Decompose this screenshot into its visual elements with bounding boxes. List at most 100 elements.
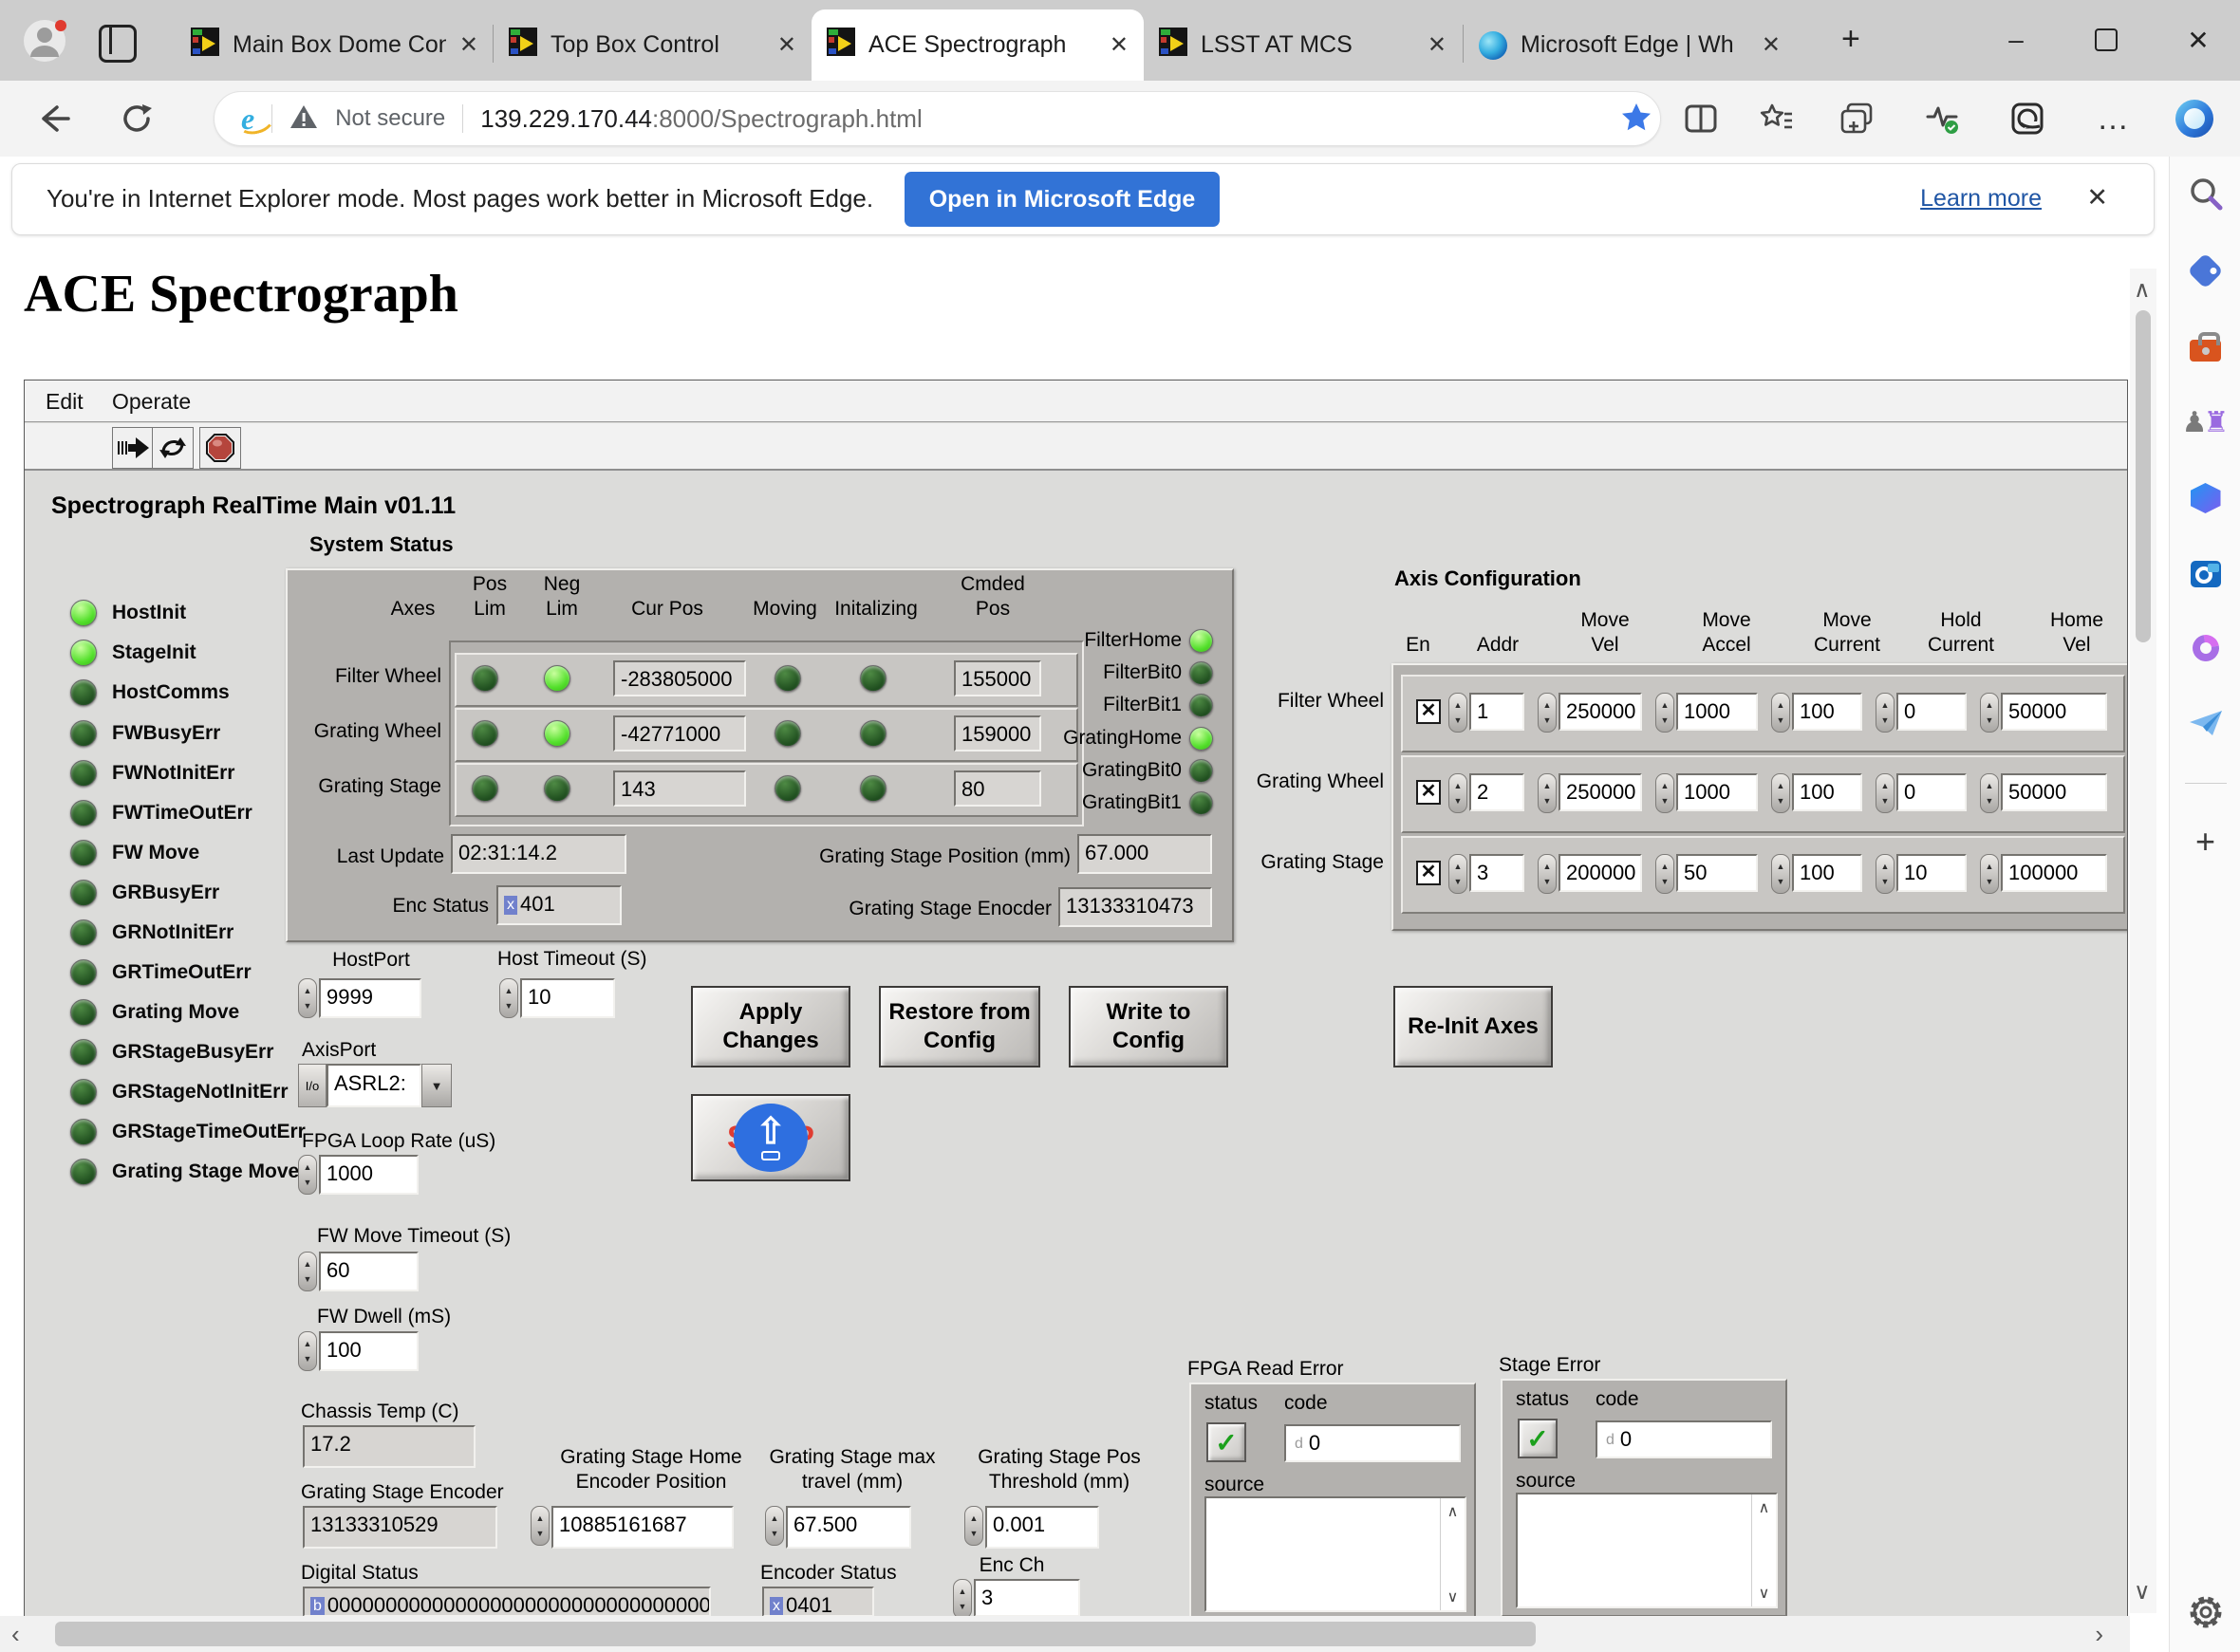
tab-microsoft-edge[interactable]: Microsoft Edge | Wh ✕ [1464,9,1796,81]
scroll-right-icon[interactable]: › [2095,1620,2103,1649]
gs-max-travel-spinner[interactable]: ▲▼ [765,1506,784,1546]
horizontal-scroll-thumb[interactable] [55,1622,1536,1646]
move-accel-spinner[interactable]: ▲▼ [1655,854,1674,894]
vertical-scroll-thumb[interactable] [2136,310,2151,642]
host-timeout-spinner[interactable]: ▲▼ [499,978,518,1018]
ie-mode-icon[interactable] [2003,94,2052,143]
hold-current-field[interactable]: 0 [1896,693,1967,731]
loop-icon[interactable] [2185,627,2227,669]
addr-spinner[interactable]: ▲▼ [1448,773,1467,813]
hold-current-field[interactable]: 0 [1896,773,1967,811]
tab-close-icon[interactable]: ✕ [1110,31,1129,59]
menu-edit[interactable]: Edit [46,389,84,415]
move-current-spinner[interactable]: ▲▼ [1771,693,1790,733]
addr-spinner[interactable]: ▲▼ [1448,854,1467,894]
new-tab-button[interactable]: + [1841,21,1860,58]
vertical-scrollbar[interactable]: ∧ ∨ [2130,269,2156,1613]
move-accel-spinner[interactable]: ▲▼ [1655,773,1674,813]
home-vel-field[interactable]: 50000 [2001,693,2107,731]
workspaces-icon[interactable] [99,25,137,63]
enc-ch-spinner[interactable]: ▲▼ [953,1579,972,1618]
scroll-left-icon[interactable]: ‹ [11,1620,20,1649]
horizontal-scrollbar[interactable]: ‹ › [0,1616,2130,1652]
fw-move-timeout-field[interactable]: 60 [319,1252,419,1291]
favorite-star-icon[interactable] [1620,101,1652,138]
fw-dwell-spinner[interactable]: ▲▼ [298,1331,317,1371]
tab-lsst-at-mcs[interactable]: LSST AT MCS ✕ [1144,9,1462,81]
gs-home-enc-pos-spinner[interactable]: ▲▼ [531,1506,550,1546]
minimize-button[interactable]: – [1993,17,2039,63]
fw-dwell-field[interactable]: 100 [319,1331,419,1371]
shopping-icon[interactable] [2185,250,2227,291]
tab-ace-spectrograph[interactable]: ACE Spectrograph ✕ [812,9,1144,81]
host-timeout-field[interactable]: 10 [520,978,615,1018]
move-vel-spinner[interactable]: ▲▼ [1538,693,1557,733]
enable-checkbox[interactable]: ✕ [1416,780,1441,805]
abort-button[interactable] [199,427,241,469]
addr-field[interactable]: 2 [1469,773,1524,811]
move-accel-field[interactable]: 1000 [1676,693,1758,731]
tab-main-box-dome[interactable]: Main Box Dome Con ✕ [176,9,494,81]
addr-spinner[interactable]: ▲▼ [1448,693,1467,733]
move-accel-field[interactable]: 50 [1676,854,1758,892]
collections-icon[interactable] [1832,94,1881,143]
enable-checkbox[interactable]: ✕ [1416,861,1441,885]
favorites-icon[interactable] [1752,94,1801,143]
share-plane-icon[interactable] [2185,702,2227,744]
move-vel-field[interactable]: 200000 [1559,854,1642,892]
search-icon[interactable] [2185,174,2227,215]
error-source-box[interactable]: ∧∨ [1516,1493,1778,1608]
maximize-button[interactable] [2083,17,2129,63]
tab-close-icon[interactable]: ✕ [777,31,796,59]
run-button[interactable] [112,427,154,469]
move-accel-field[interactable]: 1000 [1676,773,1758,811]
write-to-config-button[interactable]: Write to Config [1069,986,1228,1067]
restore-from-config-button[interactable]: Restore from Config [879,986,1040,1067]
outlook-icon[interactable] [2185,553,2227,595]
home-vel-field[interactable]: 50000 [2001,773,2107,811]
home-vel-spinner[interactable]: ▲▼ [1980,693,1999,733]
tab-top-box-control[interactable]: Top Box Control ✕ [494,9,812,81]
move-vel-field[interactable]: 250000 [1559,773,1642,811]
tab-close-icon[interactable]: ✕ [1762,31,1781,59]
refresh-icon[interactable] [112,94,161,143]
hold-current-spinner[interactable]: ▲▼ [1876,693,1895,733]
sidebar-settings-gear-icon[interactable] [2185,1591,2227,1633]
home-vel-spinner[interactable]: ▲▼ [1980,773,1999,813]
source-scrollbar[interactable]: ∧∨ [1440,1498,1465,1610]
home-vel-field[interactable]: 100000 [2001,854,2107,892]
back-icon[interactable] [28,94,78,143]
move-current-field[interactable]: 100 [1792,854,1862,892]
run-continuous-button[interactable] [152,427,194,469]
move-vel-spinner[interactable]: ▲▼ [1538,773,1557,813]
dropdown-arrow-icon[interactable]: ▼ [421,1064,452,1107]
fpga-loop-rate-field[interactable]: 1000 [319,1155,419,1195]
url-bar[interactable]: e Not secure 139.229.170.44:8000/Spectro… [214,91,1661,146]
sidebar-add-icon[interactable]: + [2185,821,2227,863]
tab-close-icon[interactable]: ✕ [1428,31,1447,59]
open-in-edge-button[interactable]: Open in Microsoft Edge [905,172,1220,227]
copilot-icon[interactable] [2170,94,2219,143]
move-current-spinner[interactable]: ▲▼ [1771,854,1790,894]
microsoft365-icon[interactable] [2185,477,2227,519]
menu-operate[interactable]: Operate [112,389,191,415]
tab-close-icon[interactable]: ✕ [459,31,478,59]
profile-avatar[interactable] [23,19,66,63]
fw-move-timeout-spinner[interactable]: ▲▼ [298,1252,317,1291]
error-source-box[interactable]: ∧∨ [1204,1496,1466,1612]
gs-pos-threshold-spinner[interactable]: ▲▼ [964,1506,983,1546]
scroll-down-icon[interactable]: ∨ [2134,1578,2151,1606]
source-scrollbar[interactable]: ∧∨ [1751,1494,1776,1606]
learn-more-link[interactable]: Learn more [1920,185,2042,213]
scroll-up-icon[interactable]: ∧ [2134,276,2151,304]
move-accel-spinner[interactable]: ▲▼ [1655,693,1674,733]
gs-home-enc-pos-field[interactable]: 10885161687 [551,1506,734,1549]
host-port-spinner[interactable]: ▲▼ [298,978,317,1018]
addr-field[interactable]: 1 [1469,693,1524,731]
games-icon[interactable]: ♟♜ [2185,401,2227,443]
move-current-spinner[interactable]: ▲▼ [1771,773,1790,813]
stop-button[interactable]: STOP ⇧ [691,1094,850,1181]
browser-essentials-icon[interactable] [1917,94,1967,143]
tools-icon[interactable] [2185,325,2227,367]
move-vel-field[interactable]: 250000 [1559,693,1642,731]
